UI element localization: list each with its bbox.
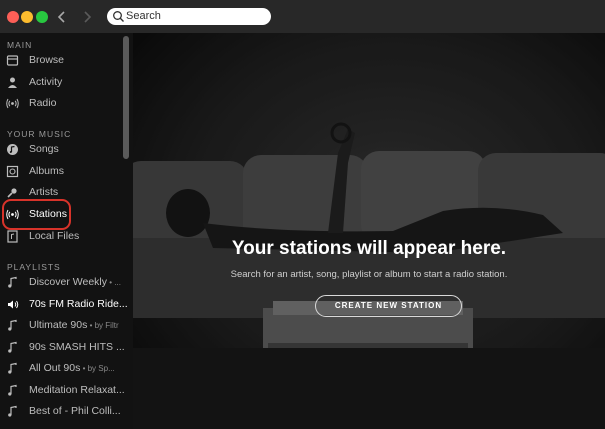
close-window-button[interactable] <box>7 11 19 23</box>
playlist-name: Meditation Relaxat... <box>29 384 125 396</box>
playlist-item[interactable]: Best of - Phil Colli... <box>0 402 121 422</box>
search-input[interactable]: Search <box>107 8 271 25</box>
browse-icon <box>6 54 19 67</box>
main-content: Your stations will appear here. Search f… <box>133 33 605 429</box>
sidebar-item-label: Radio <box>29 97 57 109</box>
annotation-highlight-ring <box>2 199 71 230</box>
artist-icon <box>6 186 19 199</box>
sidebar-item-label: Artists <box>29 186 59 198</box>
chevron-left-icon <box>57 11 65 23</box>
radio-icon <box>6 97 19 110</box>
playlist-icon <box>6 341 19 354</box>
playlist-icon <box>6 405 19 418</box>
sidebar-item-label: Local Files <box>29 230 80 242</box>
playlist-item[interactable]: Discover Weekly • ... <box>0 273 121 293</box>
empty-state-title: Your stations will appear here. <box>231 238 507 259</box>
minimize-window-button[interactable] <box>21 11 33 23</box>
playlist-name: 70s FM Radio Ride... <box>29 298 128 310</box>
playlist-owner: • by Filtr <box>87 321 119 330</box>
playlist-name: 90s SMASH HITS ... <box>29 341 125 353</box>
playlist-name: Discover Weekly <box>29 276 107 288</box>
search-placeholder: Search <box>126 10 161 22</box>
playlist-item[interactable]: Ultimate 90s • by Filtr <box>0 316 120 336</box>
section-title-playlists: PLAYLISTS <box>7 262 61 272</box>
back-button[interactable] <box>53 7 71 27</box>
sidebar-item-browse[interactable]: Browse <box>0 51 120 71</box>
playlist-name: Best of - Phil Colli... <box>29 405 121 417</box>
playlist-item[interactable]: 90s SMASH HITS ... <box>0 338 125 358</box>
playlist-name: Ultimate 90s <box>29 319 88 331</box>
sidebar: MAIN Browse Activity Radio YOUR MUSIC So… <box>0 33 133 429</box>
chevron-right-icon <box>84 11 92 23</box>
playlist-icon <box>6 384 19 397</box>
playlist-item[interactable]: Meditation Relaxat... <box>0 381 125 401</box>
title-bar: Search <box>0 0 605 33</box>
hero-background-photo <box>133 33 605 429</box>
playlist-icon <box>6 319 19 332</box>
sidebar-item-songs[interactable]: Songs <box>0 140 120 160</box>
sidebar-scrollbar[interactable] <box>123 36 129 159</box>
playlist-item[interactable]: All Out 90s • by Sp... <box>0 359 120 379</box>
forward-button[interactable] <box>78 7 96 27</box>
create-new-station-button[interactable]: CREATE NEW STATION <box>315 295 462 317</box>
playlist-icon <box>6 276 19 289</box>
sidebar-item-label: Albums <box>29 165 65 177</box>
sidebar-item-activity[interactable]: Activity <box>0 73 120 93</box>
playlist-name: All Out 90s <box>29 362 81 374</box>
playlist-owner: • ... <box>107 278 121 287</box>
sidebar-item-radio[interactable]: Radio <box>0 94 120 114</box>
sidebar-item-local-files[interactable]: Local Files <box>0 227 120 247</box>
local-files-icon <box>6 230 19 243</box>
song-icon <box>6 143 19 156</box>
sidebar-item-label: Activity <box>29 76 63 88</box>
playlist-item-playing[interactable]: 70s FM Radio Ride... <box>0 295 128 315</box>
search-icon <box>113 11 124 22</box>
album-icon <box>6 165 19 178</box>
empty-state-description: Search for an artist, song, playlist or … <box>230 269 508 280</box>
sidebar-item-label: Browse <box>29 54 65 66</box>
speaker-icon <box>6 298 19 311</box>
section-title-main: MAIN <box>7 40 33 50</box>
zoom-window-button[interactable] <box>36 11 48 23</box>
sidebar-item-label: Songs <box>29 143 59 155</box>
activity-icon <box>6 76 19 89</box>
playlist-owner: • by Sp... <box>80 364 115 373</box>
sidebar-item-albums[interactable]: Albums <box>0 162 120 182</box>
section-title-your-music: YOUR MUSIC <box>7 129 72 139</box>
playlist-icon <box>6 362 19 375</box>
